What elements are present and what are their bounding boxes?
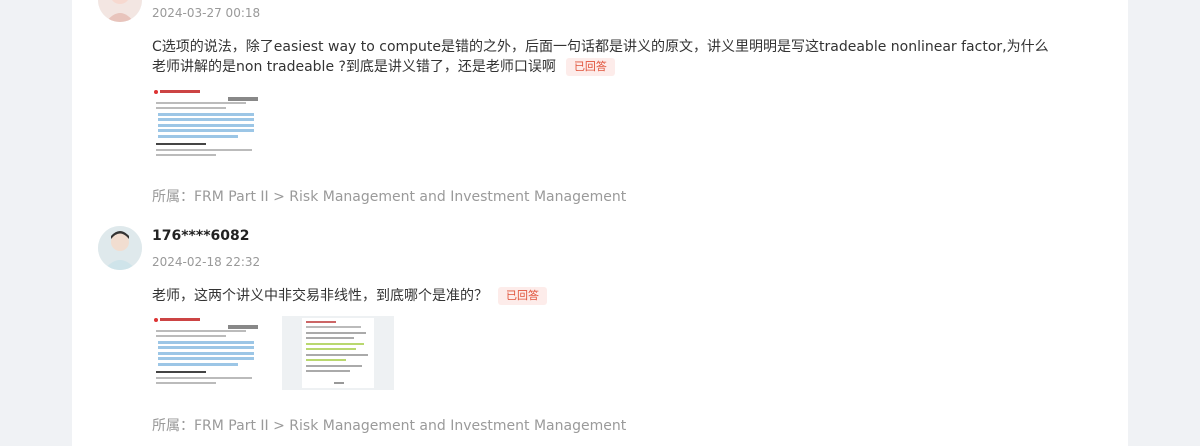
post-time: 2024-02-18 22:32 — [152, 255, 261, 269]
post-time: 2024-03-27 00:18 — [152, 6, 261, 20]
post-category[interactable]: 所属：FRM Part II > Risk Management and Inv… — [152, 186, 626, 206]
attachment-thumbnail[interactable] — [152, 88, 264, 162]
attachment-thumbnail[interactable] — [282, 316, 394, 390]
comments-card: 2024-03-27 00:18 C选项的说法，除了easiest way to… — [72, 0, 1128, 446]
answered-badge: 已回答 — [565, 58, 615, 76]
author-name[interactable]: 176****6082 — [152, 228, 249, 244]
post-content: 老师，这两个讲义中非交易非线性，到底哪个是准的？ 已回答 — [152, 286, 1052, 306]
post-content: C选项的说法，除了easiest way to compute是错的之外，后面一… — [152, 37, 1052, 77]
post-category[interactable]: 所属：FRM Part II > Risk Management and Inv… — [152, 415, 626, 435]
attachment-thumbnail[interactable] — [152, 316, 264, 390]
answered-badge: 已回答 — [498, 287, 547, 305]
avatar[interactable] — [98, 0, 142, 22]
avatar[interactable] — [98, 226, 142, 270]
post-text: 老师，这两个讲义中非交易非线性，到底哪个是准的？ — [152, 288, 488, 304]
